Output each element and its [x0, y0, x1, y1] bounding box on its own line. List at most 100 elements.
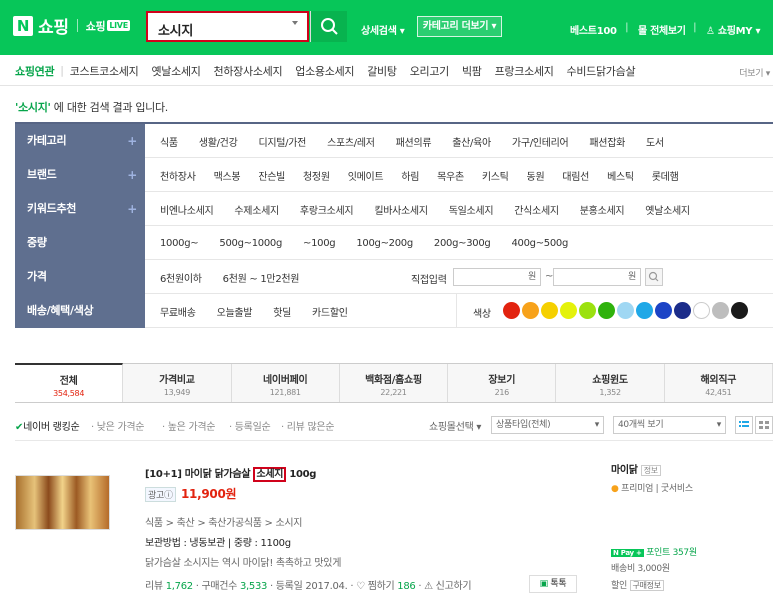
filter-option[interactable]: 간식소세지 — [514, 202, 559, 217]
store-info-tag[interactable]: 정보 — [640, 465, 661, 476]
color-swatch[interactable] — [541, 302, 558, 319]
color-swatch[interactable] — [598, 302, 615, 319]
result-tab[interactable]: 백화점/홈쇼핑 22,221 — [339, 364, 449, 402]
color-swatch[interactable] — [674, 302, 691, 319]
filter-option[interactable]: 가구/인테리어 — [512, 134, 569, 149]
shopping-live-link[interactable]: 쇼핑 LIVE — [86, 18, 130, 34]
product-title[interactable]: [10+1] 마이닭 닭가슴살 소세지 100g — [145, 465, 316, 482]
sort-ranking[interactable]: ✔네이버 랭킹순 — [15, 418, 80, 433]
filter-option[interactable]: 식품 — [160, 134, 178, 149]
store-name[interactable]: 마이닭 정보 — [611, 461, 661, 476]
filter-label-brand[interactable]: 브랜드 + — [15, 158, 145, 192]
related-item[interactable]: 옛날소세지 — [151, 63, 200, 79]
filter-option[interactable]: 핫딜 — [273, 304, 291, 319]
filter-option[interactable]: 디지털/가전 — [258, 134, 306, 149]
color-swatch[interactable] — [579, 302, 596, 319]
all-mall-link[interactable]: 몰 전체보기 — [638, 22, 686, 37]
filter-option[interactable]: 카드할인 — [312, 304, 348, 319]
result-tab[interactable]: 전체 354,584 — [15, 363, 124, 402]
review-count[interactable]: 1,762 — [166, 581, 193, 592]
min-price-input[interactable]: 원 — [453, 268, 541, 286]
list-view-button[interactable] — [735, 416, 753, 434]
related-item[interactable]: 업소용소세지 — [295, 63, 354, 79]
filter-option[interactable]: 오늘출발 — [217, 304, 253, 319]
related-item[interactable]: 오리고기 — [410, 63, 450, 79]
related-item[interactable]: 프랑크소세지 — [495, 63, 554, 79]
sort-low-price[interactable]: · 낮은 가격순 — [91, 418, 144, 433]
filter-option[interactable]: 하림 — [401, 168, 419, 183]
naver-shopping-logo[interactable]: N 쇼핑 쇼핑 LIVE — [13, 13, 130, 38]
color-swatch[interactable] — [503, 302, 520, 319]
filter-option[interactable]: 6천원이하 — [160, 270, 202, 285]
filter-option[interactable]: 키스틱 — [482, 168, 509, 183]
product-category-path[interactable]: 식품 > 축산 > 축산가공식품 > 소시지 — [145, 514, 303, 529]
per-page-select[interactable]: 40개씩 보기 ▾ — [613, 416, 726, 434]
sort-high-price[interactable]: · 높은 가격순 — [162, 418, 215, 433]
filter-option[interactable]: 롯데햄 — [652, 168, 679, 183]
report-button[interactable]: 신고하기 — [436, 581, 472, 592]
price-search-button[interactable] — [645, 268, 663, 286]
search-dropdown-icon[interactable] — [292, 21, 298, 25]
related-item[interactable]: 빅팜 — [462, 63, 482, 79]
filter-option[interactable]: 후랑크소세지 — [300, 202, 354, 217]
product-image[interactable] — [15, 475, 110, 530]
discount-tag[interactable]: 구매정보 — [629, 580, 664, 591]
filter-option[interactable]: 대림선 — [562, 168, 589, 183]
result-tab[interactable]: 장보기 216 — [448, 364, 557, 402]
color-swatch[interactable] — [693, 302, 710, 319]
filter-option[interactable]: 도서 — [646, 134, 664, 149]
product-type-select[interactable]: 상품타입(전체) ▾ — [491, 416, 604, 434]
result-tab[interactable]: 네이버페이 121,881 — [231, 364, 340, 402]
filter-option[interactable]: 패션의류 — [396, 134, 432, 149]
color-swatch[interactable] — [522, 302, 539, 319]
sort-date[interactable]: · 등록일순 — [229, 418, 271, 433]
color-swatch[interactable] — [617, 302, 634, 319]
filter-option[interactable]: 200g~300g — [434, 238, 491, 249]
filter-option[interactable]: 400g~500g — [511, 238, 568, 249]
related-more-button[interactable]: 더보기 ▾ — [739, 66, 770, 79]
filter-option[interactable]: 맥스봉 — [214, 168, 241, 183]
ad-badge[interactable]: 광고ⓘ — [145, 487, 176, 502]
color-swatch[interactable] — [560, 302, 577, 319]
detail-search-link[interactable]: 상세검색 ▾ — [361, 22, 405, 37]
result-tab[interactable]: 가격비교 13,949 — [123, 364, 232, 402]
filter-option[interactable]: 1000g~ — [160, 238, 199, 249]
filter-option[interactable]: 무료배송 — [160, 304, 196, 319]
zzim-button[interactable]: 찜하기 — [368, 581, 395, 592]
filter-option[interactable]: 패션잡화 — [589, 134, 625, 149]
max-price-input[interactable]: 원 — [553, 268, 641, 286]
color-swatch[interactable] — [731, 302, 748, 319]
filter-label-category[interactable]: 카테고리 + — [15, 124, 145, 158]
filter-option[interactable]: 동원 — [527, 168, 545, 183]
color-swatch[interactable] — [636, 302, 653, 319]
related-item[interactable]: 천하장사소세지 — [214, 63, 283, 79]
filter-option[interactable]: 출산/육아 — [452, 134, 491, 149]
filter-option[interactable]: 독일소세지 — [449, 202, 494, 217]
related-item[interactable]: 수비드닭가슴살 — [567, 63, 636, 79]
result-tab[interactable]: 해외직구 42,451 — [664, 364, 773, 402]
review-label[interactable]: 리뷰 — [145, 581, 163, 592]
filter-option[interactable]: 6천원 ~ 1만2천원 — [223, 270, 300, 285]
filter-option[interactable]: 잔슨빌 — [258, 168, 285, 183]
search-input[interactable]: 소시지 — [146, 11, 309, 42]
filter-option[interactable]: 수제소세지 — [234, 202, 279, 217]
sort-review[interactable]: · 리뷰 많은순 — [281, 418, 334, 433]
filter-option[interactable]: 목우촌 — [437, 168, 464, 183]
filter-option[interactable]: 천하장사 — [160, 168, 196, 183]
color-swatch[interactable] — [712, 302, 729, 319]
filter-option[interactable]: 잇메이트 — [348, 168, 384, 183]
category-more-button[interactable]: 카테고리 더보기 ▾ — [417, 16, 502, 37]
filter-option[interactable]: 청정원 — [303, 168, 330, 183]
grid-view-button[interactable] — [755, 416, 773, 434]
filter-option[interactable]: 분홍소세지 — [580, 202, 625, 217]
filter-option[interactable]: 스포츠/레저 — [327, 134, 375, 149]
related-item[interactable]: 갈비탕 — [367, 63, 397, 79]
best100-link[interactable]: 베스트100 — [570, 22, 617, 37]
filter-label-keyword[interactable]: 키워드추천 + — [15, 192, 145, 226]
color-swatch[interactable] — [655, 302, 672, 319]
result-tab[interactable]: 쇼핑윈도 1,352 — [556, 364, 665, 402]
mall-select[interactable]: 쇼핑몰선택 ▾ — [429, 418, 481, 433]
talk-button[interactable]: ▣ 톡톡 — [529, 575, 577, 593]
filter-option[interactable]: 500g~1000g — [219, 238, 282, 249]
filter-option[interactable]: 생활/건강 — [199, 134, 238, 149]
